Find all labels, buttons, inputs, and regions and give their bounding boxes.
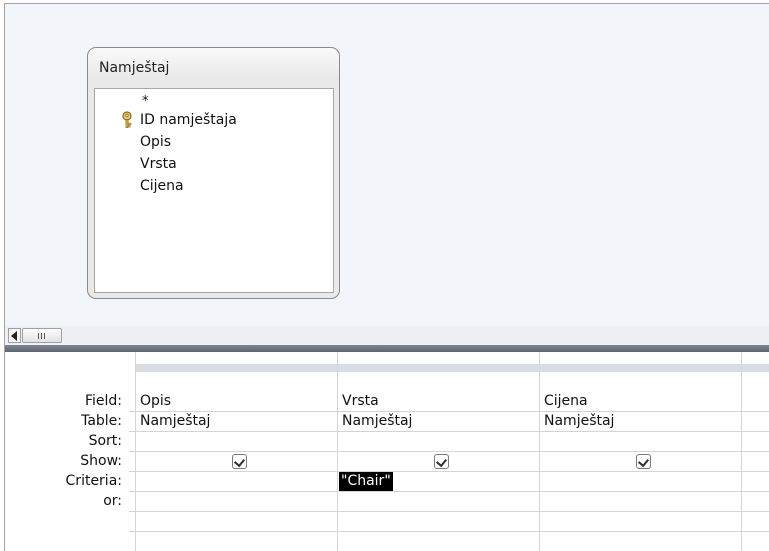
column-selector[interactable] <box>338 364 539 372</box>
pane-splitter[interactable] <box>5 345 769 352</box>
column-selector[interactable] <box>136 364 337 372</box>
column-selector[interactable] <box>540 364 741 372</box>
column-selector[interactable] <box>742 364 769 372</box>
field-list[interactable]: * ID namještaja Opis Vrsta Cijena <box>94 88 334 293</box>
table-field-list-box[interactable]: Namještaj * ID namještaja Opis Vrsta Cij… <box>87 47 340 299</box>
cell-criteria-selected[interactable]: "Chair" <box>339 472 393 491</box>
key-icon <box>122 111 132 128</box>
grid-column-vrsta: Vrsta Namještaj "Chair" <box>337 352 539 551</box>
field-all-columns[interactable]: * <box>142 95 149 109</box>
field-vrsta[interactable]: Vrsta <box>140 153 177 175</box>
grid-column-opis: Opis Namještaj <box>135 352 337 551</box>
field-label: ID namještaja <box>140 112 237 128</box>
row-label-show: Show: <box>80 453 122 469</box>
scroll-thumb[interactable] <box>22 328 62 343</box>
grid-column-empty <box>741 352 769 551</box>
row-label-sort: Sort: <box>88 433 122 449</box>
horizontal-scrollbar[interactable] <box>5 326 769 345</box>
scroll-left-arrow-icon[interactable] <box>8 328 21 343</box>
row-label-table: Table: <box>81 413 122 429</box>
show-checkbox[interactable] <box>434 454 449 469</box>
show-checkbox[interactable] <box>636 454 651 469</box>
table-design-pane[interactable]: Namještaj * ID namještaja Opis Vrsta Cij… <box>5 4 769 326</box>
query-design-grid: Field: Table: Sort: Show: Criteria: or: … <box>5 352 769 551</box>
cell-table[interactable]: Namještaj <box>544 411 614 431</box>
cell-field[interactable]: Opis <box>140 391 171 411</box>
cell-table[interactable]: Namještaj <box>342 411 412 431</box>
cell-table[interactable]: Namještaj <box>140 411 210 431</box>
grid-column-cijena: Cijena Namještaj <box>539 352 741 551</box>
cell-field[interactable]: Cijena <box>544 391 588 411</box>
row-label-or: or: <box>103 493 122 509</box>
field-cijena[interactable]: Cijena <box>140 175 184 197</box>
row-label-field: Field: <box>84 393 122 409</box>
show-checkbox[interactable] <box>232 454 247 469</box>
row-labels: Field: Table: Sort: Show: Criteria: or: <box>5 352 128 551</box>
field-id-namjestaja[interactable]: ID namještaja <box>122 109 237 131</box>
row-label-criteria: Criteria: <box>65 473 122 489</box>
query-design-window: Namještaj * ID namještaja Opis Vrsta Cij… <box>4 3 769 551</box>
field-opis[interactable]: Opis <box>140 131 171 153</box>
cell-field[interactable]: Vrsta <box>342 391 379 411</box>
table-title[interactable]: Namještaj <box>99 60 169 76</box>
